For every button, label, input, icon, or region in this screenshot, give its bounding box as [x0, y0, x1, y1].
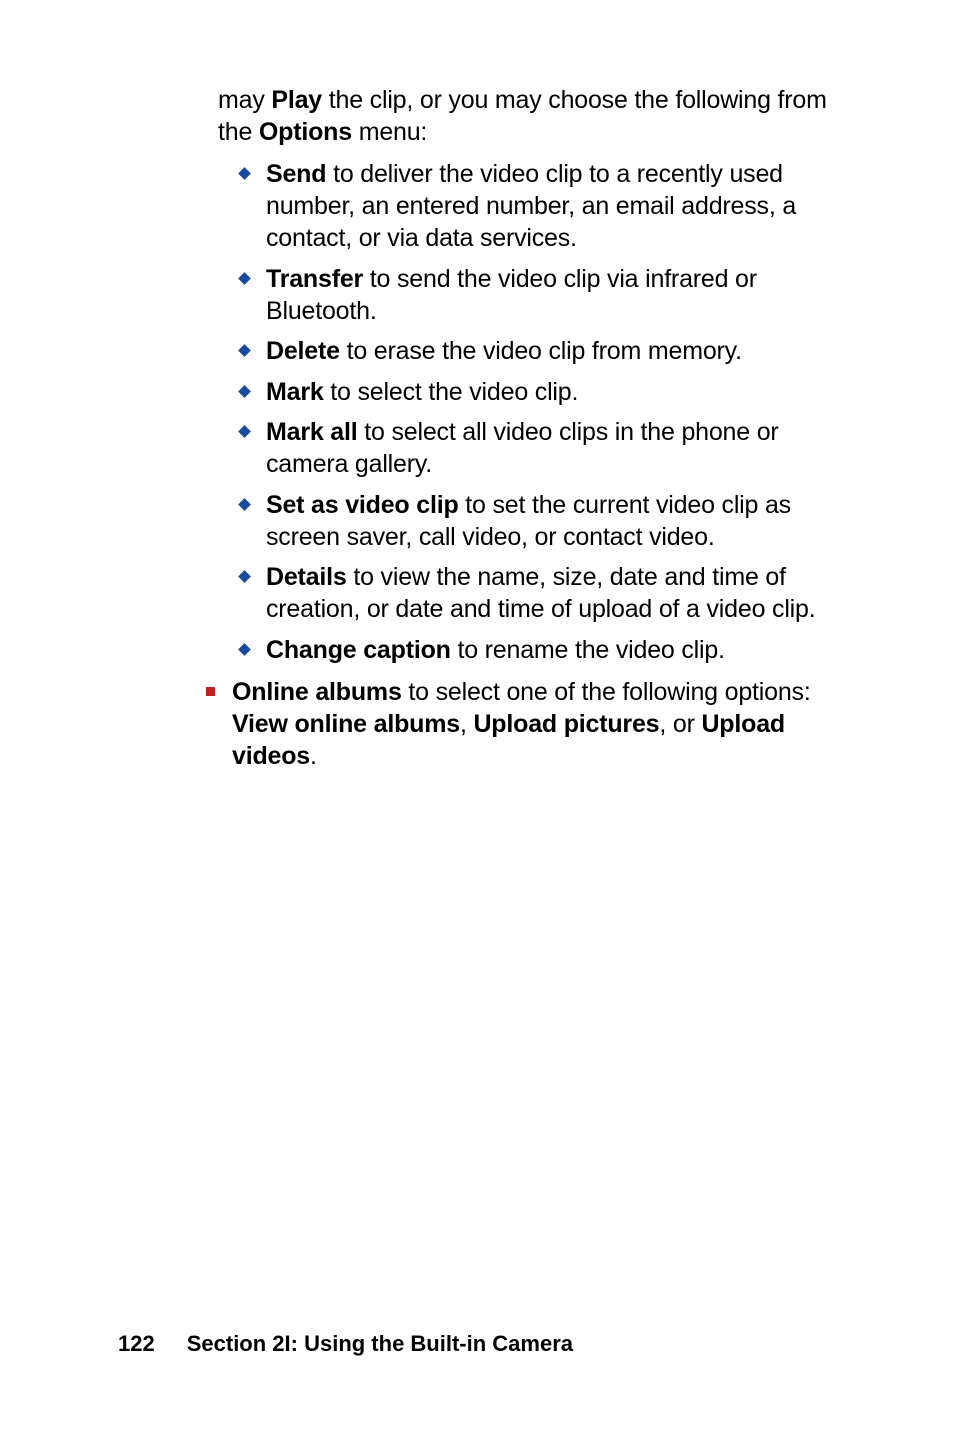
list-item: Delete to erase the video clip from memo…	[236, 335, 854, 367]
list-item: Set as video clip to set the current vid…	[236, 489, 854, 553]
square-bold-2: View online albums	[232, 710, 460, 738]
list-item-text: to deliver the video clip to a recently …	[266, 160, 796, 252]
intro-paragraph: may Play the clip, or you may choose the…	[218, 84, 854, 148]
section-title: Section 2I: Using the Built-in Camera	[187, 1331, 573, 1356]
intro-pre: may	[218, 86, 271, 114]
list-item-online-albums: Online albums to select one of the follo…	[202, 676, 854, 772]
list-item-bold: Transfer	[266, 265, 363, 293]
list-item-bold: Delete	[266, 337, 340, 365]
list-item-bold: Mark all	[266, 418, 358, 446]
list-item: Details to view the name, size, date and…	[236, 561, 854, 625]
list-item-bold: Set as video clip	[266, 491, 459, 519]
list-item-bold: Details	[266, 563, 347, 591]
square-sep-2: , or	[659, 710, 701, 738]
list-item-text: to erase the video clip from memory.	[340, 337, 742, 365]
list-item: Send to deliver the video clip to a rece…	[236, 158, 854, 254]
square-mid-1: to select one of the following options:	[402, 678, 811, 706]
list-item-bold: Send	[266, 160, 326, 188]
page-footer: 122 Section 2I: Using the Built-in Camera	[118, 1331, 573, 1357]
list-item: Mark all to select all video clips in th…	[236, 416, 854, 480]
list-item: Change caption to rename the video clip.	[236, 634, 854, 666]
intro-bold-options: Options	[259, 118, 352, 146]
list-item: Transfer to send the video clip via infr…	[236, 263, 854, 327]
square-end: .	[310, 742, 317, 770]
options-list: Send to deliver the video clip to a rece…	[218, 158, 854, 772]
square-sep-1: ,	[460, 710, 474, 738]
square-bold-3: Upload pictures	[473, 710, 659, 738]
list-item-text: to select the video clip.	[324, 378, 579, 406]
list-item-text: to view the name, size, date and time of…	[266, 563, 815, 623]
list-item-text: to rename the video clip.	[451, 636, 725, 664]
list-item: Mark to select the video clip.	[236, 376, 854, 408]
intro-post: menu:	[352, 118, 427, 146]
list-item-bold: Mark	[266, 378, 324, 406]
document-page: may Play the clip, or you may choose the…	[0, 0, 954, 1431]
page-number: 122	[118, 1331, 155, 1356]
intro-bold-play: Play	[271, 86, 322, 114]
list-item-bold: Change caption	[266, 636, 451, 664]
square-bold-1: Online albums	[232, 678, 402, 706]
